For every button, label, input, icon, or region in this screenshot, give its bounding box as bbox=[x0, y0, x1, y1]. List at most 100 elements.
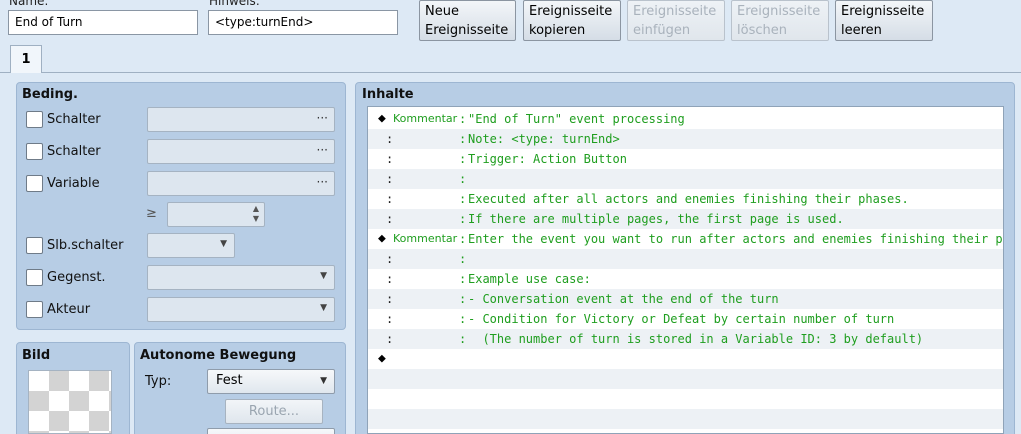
command-row[interactable]: : : (The number of turn is stored in a V… bbox=[368, 329, 1003, 349]
item-label: Gegenst. bbox=[47, 270, 106, 285]
copy-page-button[interactable]: Ereignisseite kopieren bbox=[523, 0, 621, 41]
command-mark: : bbox=[386, 332, 394, 346]
actor-checkbox[interactable] bbox=[26, 301, 43, 318]
actor-label: Akteur bbox=[47, 302, 91, 317]
command-row[interactable]: : : - Condition for Victory or Defeat by… bbox=[368, 309, 1003, 329]
command-mark: ◆ bbox=[378, 111, 386, 126]
command-mark: : bbox=[386, 172, 394, 186]
item-select[interactable]: ▼ bbox=[147, 265, 335, 290]
movement-type-select[interactable]: Fest ▼ bbox=[207, 369, 335, 394]
conditions-title: Beding. bbox=[22, 87, 78, 102]
command-separator: : bbox=[459, 272, 467, 286]
image-title: Bild bbox=[22, 348, 51, 363]
contents-title: Inhalte bbox=[362, 87, 414, 102]
delete-page-button[interactable]: Ereignisseite löschen bbox=[731, 0, 829, 41]
command-mark: : bbox=[386, 252, 394, 266]
movement-type-value: Fest bbox=[216, 373, 243, 388]
chevron-down-icon: ▼ bbox=[220, 239, 227, 249]
copy-page-label-1: Ereignisseite bbox=[529, 4, 613, 19]
command-row[interactable]: : : Note: <type: turnEnd> bbox=[368, 129, 1003, 149]
new-page-label-2: Ereignisseite bbox=[425, 23, 509, 38]
command-row[interactable]: : : - Conversation event at the end of t… bbox=[368, 289, 1003, 309]
spinner-arrows-icon[interactable]: ▲ ▼ bbox=[253, 204, 259, 224]
chevron-down-icon: ▼ bbox=[320, 271, 327, 281]
command-text: - Conversation event at the end of the t… bbox=[468, 292, 779, 306]
self-switch-select[interactable]: ▼ bbox=[147, 233, 235, 258]
tab-strip-line bbox=[0, 72, 1021, 73]
command-row[interactable]: ◆ Kommentar : "End of Turn" event proces… bbox=[368, 109, 1003, 129]
variable-field[interactable]: ··· bbox=[147, 171, 335, 196]
command-mark: : bbox=[386, 192, 394, 206]
command-separator: : bbox=[459, 292, 467, 306]
movement-type-label: Typ: bbox=[145, 374, 172, 389]
command-separator: : bbox=[459, 232, 467, 246]
image-preview[interactable] bbox=[28, 370, 112, 434]
command-row[interactable]: : : Trigger: Action Button bbox=[368, 149, 1003, 169]
command-row[interactable]: ◆ Kommentar : Enter the event you want t… bbox=[368, 229, 1004, 249]
ellipsis-icon: ··· bbox=[316, 143, 328, 157]
switch2-field[interactable]: ··· bbox=[147, 139, 335, 164]
autonomous-movement-title: Autonome Bewegung bbox=[140, 348, 297, 363]
command-mark: : bbox=[386, 152, 394, 166]
gte-symbol: ≥ bbox=[146, 206, 157, 221]
clear-page-button[interactable]: Ereignisseite leeren bbox=[835, 0, 933, 41]
delete-page-label-2: löschen bbox=[737, 23, 787, 38]
command-separator: : bbox=[459, 192, 467, 206]
paste-page-button[interactable]: Ereignisseite einfügen bbox=[627, 0, 725, 41]
event-command-list[interactable]: ◆ Kommentar : "End of Turn" event proces… bbox=[367, 106, 1004, 434]
command-separator: : bbox=[459, 332, 467, 346]
self-switch-label: Slb.schalter bbox=[47, 238, 124, 253]
command-type: Kommentar bbox=[393, 232, 458, 245]
command-row[interactable]: : : Executed after all actors and enemie… bbox=[368, 189, 1003, 209]
switch2-checkbox[interactable] bbox=[26, 143, 43, 160]
paste-page-label-1: Ereignisseite bbox=[633, 4, 717, 19]
self-switch-checkbox[interactable] bbox=[26, 237, 43, 254]
chevron-down-icon: ▼ bbox=[320, 376, 327, 386]
route-button[interactable]: Route... bbox=[225, 399, 323, 424]
command-mark: : bbox=[386, 132, 394, 146]
command-mark: : bbox=[386, 292, 394, 306]
command-text: Trigger: Action Button bbox=[468, 152, 627, 166]
command-text: Note: <type: turnEnd> bbox=[468, 132, 620, 146]
delete-page-label-1: Ereignisseite bbox=[737, 4, 821, 19]
new-page-button[interactable]: Neue Ereignisseite bbox=[419, 0, 516, 41]
actor-select[interactable]: ▼ bbox=[147, 297, 335, 322]
ellipsis-icon: ··· bbox=[316, 111, 328, 125]
command-text: Enter the event you want to run after ac… bbox=[468, 232, 1004, 246]
paste-page-label-2: einfügen bbox=[633, 23, 691, 38]
name-input[interactable]: End of Turn bbox=[8, 10, 198, 35]
note-input[interactable]: <type:turnEnd> bbox=[208, 10, 398, 35]
new-page-label-1: Neue bbox=[425, 4, 459, 19]
command-text: (The number of turn is stored in a Varia… bbox=[468, 332, 924, 346]
command-mark: ◆ bbox=[378, 351, 386, 366]
command-separator: : bbox=[459, 112, 467, 126]
command-mark: : bbox=[386, 312, 394, 326]
clear-page-label-2: leeren bbox=[841, 23, 882, 38]
item-checkbox[interactable] bbox=[26, 269, 43, 286]
command-separator: : bbox=[459, 172, 467, 186]
command-row[interactable]: ◆ bbox=[368, 349, 1003, 369]
command-mark: : bbox=[386, 272, 394, 286]
empty-row bbox=[368, 369, 1003, 389]
tab-page-1[interactable]: 1 bbox=[10, 45, 42, 73]
note-label: Hinweis: bbox=[209, 0, 260, 8]
movement-speed-select[interactable] bbox=[207, 428, 335, 434]
command-row[interactable]: : : bbox=[368, 169, 1003, 189]
command-row[interactable]: : : Example use case: bbox=[368, 269, 1003, 289]
empty-row bbox=[368, 409, 1003, 429]
ellipsis-icon: ··· bbox=[316, 175, 328, 189]
command-text: - Condition for Victory or Defeat by cer… bbox=[468, 312, 895, 326]
command-text: Example use case: bbox=[468, 272, 591, 286]
switch1-checkbox[interactable] bbox=[26, 111, 43, 128]
command-mark: ◆ bbox=[378, 231, 386, 246]
command-row[interactable]: : : If there are multiple pages, the fir… bbox=[368, 209, 1003, 229]
variable-value-spinner[interactable]: ▲ ▼ bbox=[167, 202, 265, 227]
command-separator: : bbox=[459, 312, 467, 326]
command-text: "End of Turn" event processing bbox=[468, 112, 685, 126]
command-separator: : bbox=[459, 252, 467, 266]
command-row[interactable]: : : bbox=[368, 249, 1003, 269]
variable-checkbox[interactable] bbox=[26, 175, 43, 192]
copy-page-label-2: kopieren bbox=[529, 23, 586, 38]
switch1-field[interactable]: ··· bbox=[147, 107, 335, 132]
command-text: If there are multiple pages, the first p… bbox=[468, 212, 844, 226]
